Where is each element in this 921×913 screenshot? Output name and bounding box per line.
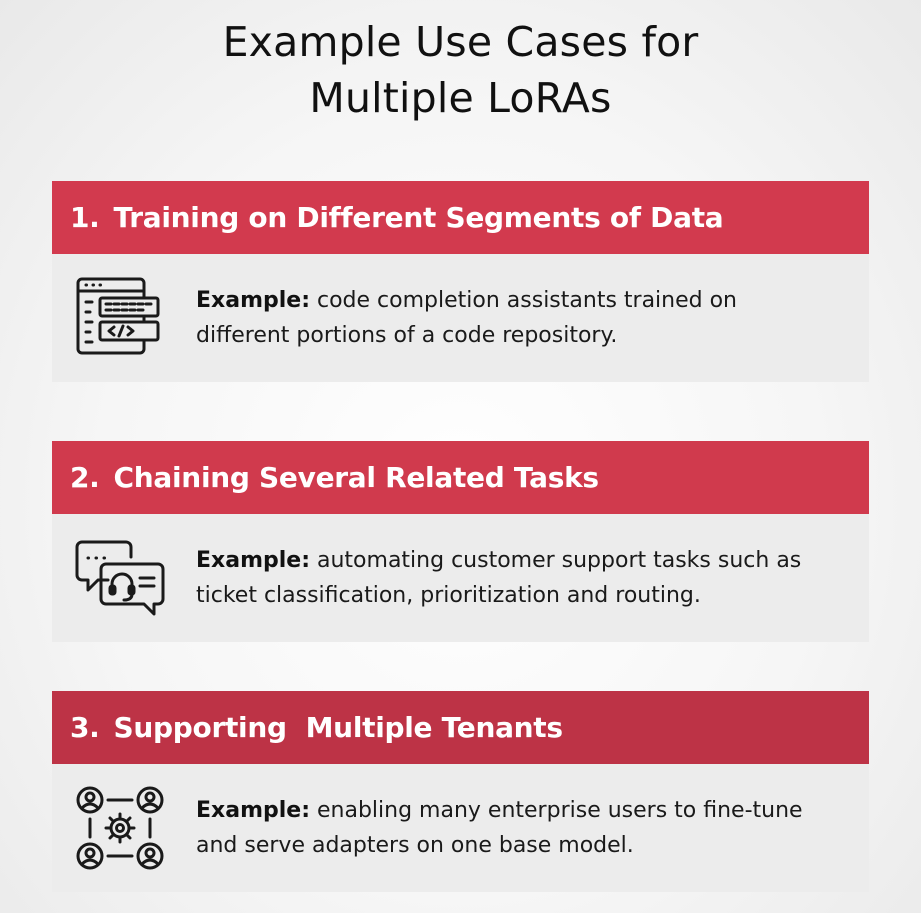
page-title: Example Use Cases for Multiple LoRAs [0, 14, 921, 126]
use-case-description-2: Example: automating customer support tas… [196, 543, 836, 613]
use-case-heading-2: Chaining Several Related Tasks [113, 461, 600, 494]
code-window-icon [74, 276, 166, 360]
use-case-number-1: 1. [70, 201, 100, 234]
use-case-body-1: Example: code completion assistants trai… [52, 254, 869, 382]
page-title-line-2: Multiple LoRAs [309, 74, 612, 122]
use-case-header-3: 3. Supporting Multiple Tenants [52, 691, 869, 764]
example-label-2: Example: [196, 548, 310, 573]
use-case-number-3: 3. [70, 711, 100, 744]
example-label-3: Example: [196, 798, 310, 823]
use-case-card-2: 2. Chaining Several Related Tasks Exampl… [52, 441, 869, 642]
support-chat-icon [74, 536, 166, 620]
use-case-description-1: Example: code completion assistants trai… [196, 283, 836, 353]
example-label-1: Example: [196, 288, 310, 313]
use-case-card-1: 1. Training on Different Segments of Dat… [52, 181, 869, 382]
use-case-heading-1: Training on Different Segments of Data [113, 201, 724, 234]
page-title-line-1: Example Use Cases for [222, 18, 699, 66]
use-case-heading-3: Supporting Multiple Tenants [113, 711, 564, 744]
multi-user-gear-icon [74, 786, 166, 870]
use-case-description-3: Example: enabling many enterprise users … [196, 793, 836, 863]
use-case-card-3: 3. Supporting Multiple Tenants Example: … [52, 691, 869, 892]
use-case-header-1: 1. Training on Different Segments of Dat… [52, 181, 869, 254]
use-case-number-2: 2. [70, 461, 100, 494]
use-case-header-2: 2. Chaining Several Related Tasks [52, 441, 869, 514]
use-case-body-2: Example: automating customer support tas… [52, 514, 869, 642]
use-case-body-3: Example: enabling many enterprise users … [52, 764, 869, 892]
